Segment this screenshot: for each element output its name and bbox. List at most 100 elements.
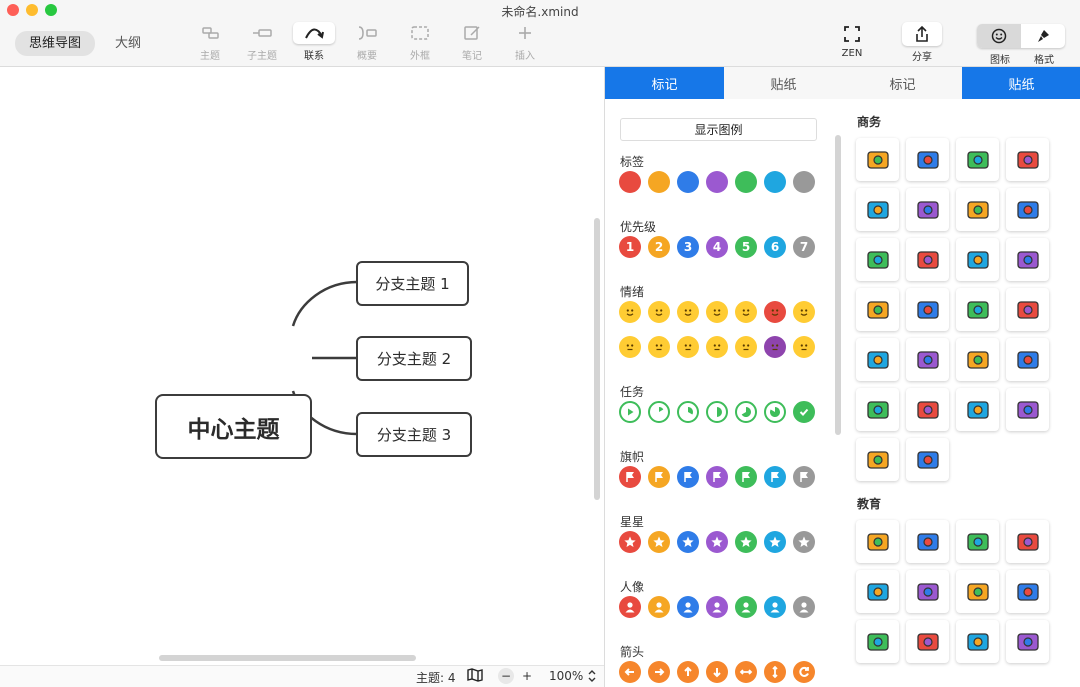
sticker-printer[interactable]: [856, 338, 899, 381]
mood-marker-1[interactable]: [619, 301, 641, 323]
task-marker-5[interactable]: [735, 401, 757, 423]
icons-panel-button[interactable]: [977, 24, 1021, 48]
arrow-marker-3[interactable]: [677, 661, 699, 683]
note-button[interactable]: 笔记: [451, 22, 493, 62]
mood-marker-2[interactable]: [648, 301, 670, 323]
flag-marker-7[interactable]: [793, 466, 815, 488]
sticker-target[interactable]: [956, 338, 999, 381]
sticker-presentation-board[interactable]: [1006, 288, 1049, 331]
star-marker-1[interactable]: [619, 531, 641, 553]
star-marker-2[interactable]: [648, 531, 670, 553]
sticker-folder[interactable]: [906, 238, 949, 281]
star-marker-3[interactable]: [677, 531, 699, 553]
person-marker-6[interactable]: [764, 596, 786, 618]
relationship-button[interactable]: 联系: [293, 22, 335, 62]
sticker-bar-chart[interactable]: [956, 388, 999, 431]
branch-topic-1[interactable]: 分支主题 1: [356, 261, 469, 306]
priority-marker-7[interactable]: 7: [793, 236, 815, 258]
task-marker-4[interactable]: [706, 401, 728, 423]
sticker-mail[interactable]: [1006, 188, 1049, 231]
share-button[interactable]: 分享: [900, 22, 944, 63]
star-marker-5[interactable]: [735, 531, 757, 553]
sticker-vinyl-player[interactable]: [856, 288, 899, 331]
sticker-coins[interactable]: [1006, 388, 1049, 431]
format-panel-button[interactable]: [1021, 24, 1065, 48]
person-marker-3[interactable]: [677, 596, 699, 618]
sticker-newtons-cradle[interactable]: [1006, 520, 1049, 563]
arrow-marker-5[interactable]: [735, 661, 757, 683]
insert-button[interactable]: 插入: [504, 22, 546, 62]
person-marker-4[interactable]: [706, 596, 728, 618]
sticker-checklist[interactable]: [906, 388, 949, 431]
sticker-team[interactable]: [1006, 338, 1049, 381]
mood-marker-14[interactable]: [793, 336, 815, 358]
mood-marker-12[interactable]: [735, 336, 757, 358]
mood-marker-4[interactable]: [706, 301, 728, 323]
central-topic[interactable]: 中心主题: [155, 394, 312, 459]
tag-marker-1[interactable]: [619, 171, 641, 193]
show-legend-button[interactable]: 显示图例: [620, 118, 817, 141]
flag-marker-1[interactable]: [619, 466, 641, 488]
tab-outline[interactable]: 大纲: [101, 31, 155, 56]
subtopic-button[interactable]: 子主题: [241, 22, 283, 62]
mood-marker-9[interactable]: [648, 336, 670, 358]
zen-button[interactable]: ZEN: [830, 22, 874, 59]
branch-topic-3[interactable]: 分支主题 3: [356, 412, 472, 457]
star-marker-4[interactable]: [706, 531, 728, 553]
sticker-support-agent[interactable]: [956, 188, 999, 231]
flag-marker-5[interactable]: [735, 466, 757, 488]
tag-marker-4[interactable]: [706, 171, 728, 193]
sticker-badge[interactable]: [906, 438, 949, 481]
sticker-graduation-cap[interactable]: [1006, 570, 1049, 613]
mindmap-canvas[interactable]: 中心主题 分支主题 1 分支主题 2 分支主题 3: [0, 68, 604, 665]
sticker-glasses[interactable]: [956, 620, 999, 663]
sticker-briefcase[interactable]: [906, 138, 949, 181]
sticker-scales[interactable]: [906, 520, 949, 563]
task-marker-7[interactable]: [793, 401, 815, 423]
arrow-marker-7[interactable]: [793, 661, 815, 683]
task-marker-6[interactable]: [764, 401, 786, 423]
sticker-microphone[interactable]: [856, 438, 899, 481]
priority-marker-2[interactable]: 2: [648, 236, 670, 258]
zoom-in-button[interactable]: +: [519, 668, 535, 684]
mood-marker-10[interactable]: [677, 336, 699, 358]
sticker-id-card[interactable]: [906, 188, 949, 231]
tag-marker-3[interactable]: [677, 171, 699, 193]
canvas-vertical-scrollbar[interactable]: [594, 218, 600, 500]
mood-marker-13[interactable]: [764, 336, 786, 358]
sticker-document-search[interactable]: [856, 238, 899, 281]
sticker-mailbox[interactable]: [1006, 238, 1049, 281]
summary-button[interactable]: 概要: [346, 22, 388, 62]
sticker-dna[interactable]: [956, 570, 999, 613]
priority-marker-1[interactable]: 1: [619, 236, 641, 258]
flag-marker-2[interactable]: [648, 466, 670, 488]
zoom-stepper[interactable]: [587, 669, 597, 686]
priority-marker-5[interactable]: 5: [735, 236, 757, 258]
sticker-headphones[interactable]: [856, 620, 899, 663]
topic-button[interactable]: 主题: [189, 22, 231, 62]
sticker-flag-stand[interactable]: [906, 620, 949, 663]
tag-marker-6[interactable]: [764, 171, 786, 193]
person-marker-2[interactable]: [648, 596, 670, 618]
mood-marker-7[interactable]: [793, 301, 815, 323]
sticker-medal[interactable]: [1006, 620, 1049, 663]
task-marker-1[interactable]: [619, 401, 641, 423]
tab-markers[interactable]: 标记: [605, 67, 724, 99]
person-marker-7[interactable]: [793, 596, 815, 618]
mood-marker-3[interactable]: [677, 301, 699, 323]
boundary-button[interactable]: 外框: [399, 22, 441, 62]
tab-markers-2[interactable]: 标记: [843, 67, 962, 99]
sticker-globe[interactable]: [956, 238, 999, 281]
sticker-chat-bubbles[interactable]: [1006, 138, 1049, 181]
star-marker-7[interactable]: [793, 531, 815, 553]
priority-marker-4[interactable]: 4: [706, 236, 728, 258]
zoom-level[interactable]: 100%: [549, 669, 583, 683]
flag-marker-3[interactable]: [677, 466, 699, 488]
arrow-marker-4[interactable]: [706, 661, 728, 683]
person-marker-1[interactable]: [619, 596, 641, 618]
sticker-planner[interactable]: [906, 288, 949, 331]
sticker-books[interactable]: [906, 570, 949, 613]
flag-marker-6[interactable]: [764, 466, 786, 488]
map-button[interactable]: [467, 668, 483, 685]
task-marker-2[interactable]: [648, 401, 670, 423]
